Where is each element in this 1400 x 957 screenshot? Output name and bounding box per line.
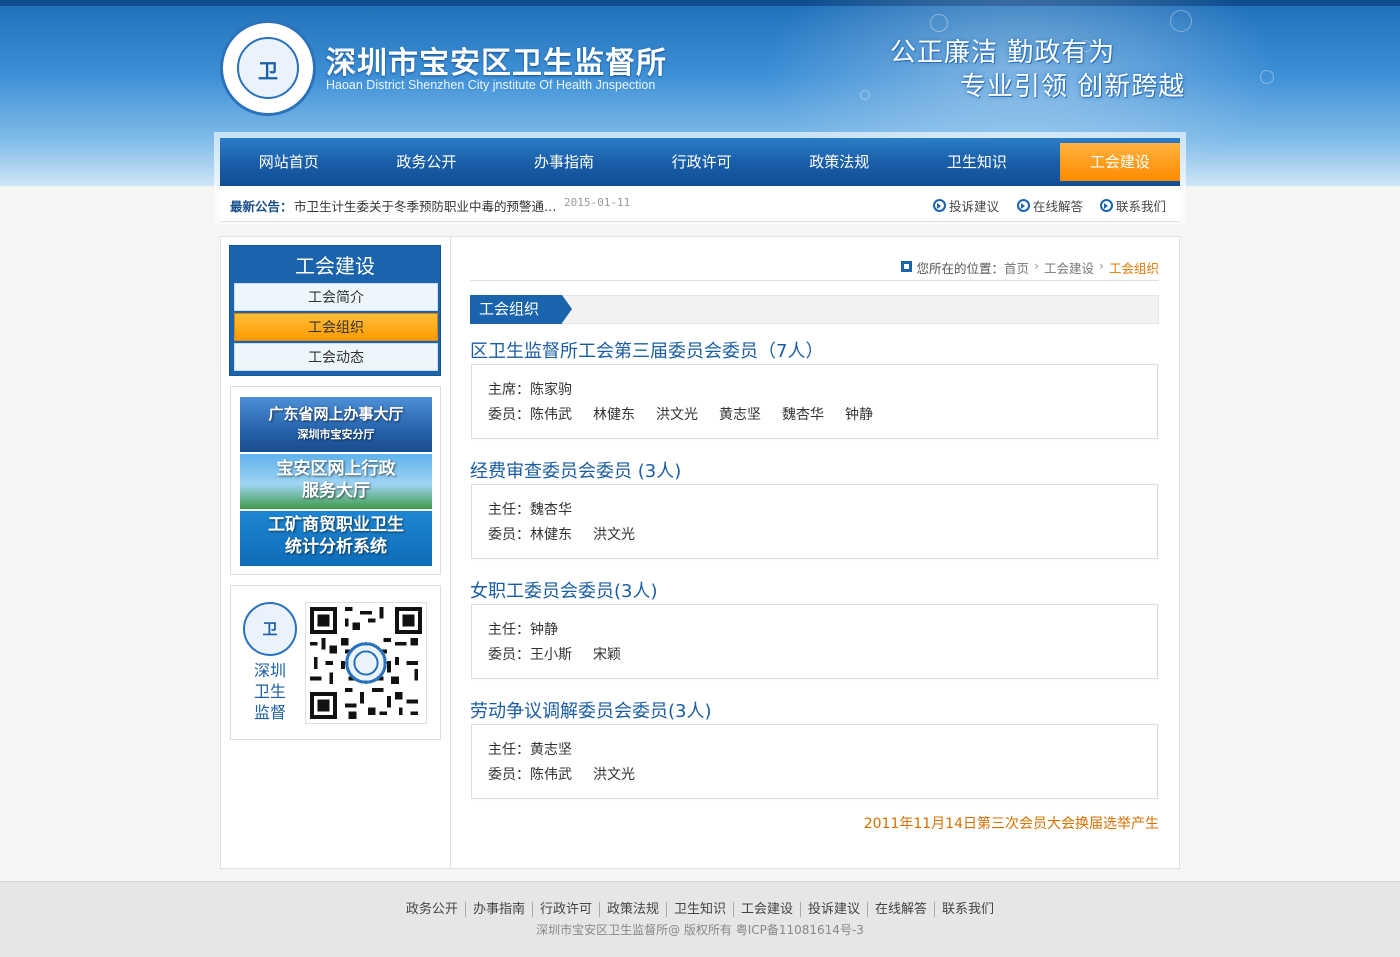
group-members-box: 主任：黄志坚 委员：陈伟武 洪文光	[471, 724, 1158, 799]
arrow-circle-icon	[933, 199, 946, 212]
online-answer-link[interactable]: 在线解答	[1017, 196, 1083, 215]
qr-code-image	[305, 602, 427, 724]
members-line: 委员：王小斯 宋颖	[488, 647, 621, 663]
sidebar-menu: 工会建设 工会简介 工会组织 工会动态	[229, 245, 441, 376]
section-title: 工会组织	[470, 295, 572, 324]
complaint-link[interactable]: 投诉建议	[933, 196, 999, 215]
site-title[interactable]: 深圳市宝安区卫生监督所	[326, 38, 667, 82]
breadcrumb-prefix: 您所在的位置：	[916, 261, 1004, 276]
lead-line: 主任：钟静	[488, 622, 558, 638]
sidebar-item-union-intro[interactable]: 工会简介	[234, 283, 438, 311]
slogan-line-1: 公正廉洁 勤政有为	[890, 38, 1116, 68]
sidebar-title: 工会建设	[295, 254, 375, 278]
sidebar-banner-box: 广东省网上办事大厅 深圳市宝安分厅 宝安区网上行政 服务大厅 工矿商贸职业卫生 …	[230, 386, 441, 575]
notice-link[interactable]: 市卫生计生委关于冬季预防职业中毒的预警通…	[294, 196, 557, 215]
nav-item-union[interactable]: 工会建设	[1059, 143, 1180, 181]
notice-bar: 最新公告： 市卫生计生委关于冬季预防职业中毒的预警通… 2015-01-11 投…	[220, 186, 1180, 222]
main-nav: 网站首页 政务公开 办事指南 行政许可 政策法规 卫生知识 工会建设	[220, 138, 1180, 186]
lead-line: 主席：陈家驹	[488, 382, 572, 398]
footer-copyright: 深圳市宝安区卫生监督所@ 版权所有 粤ICP备11081614号-3	[536, 923, 864, 937]
group-title: 女职工委员会委员(3人)	[470, 581, 658, 602]
sidebar-item-union-organization[interactable]: 工会组织	[234, 313, 438, 341]
divider	[450, 236, 451, 869]
arrow-circle-icon	[1017, 199, 1030, 212]
banner-guangdong-online-hall[interactable]: 广东省网上办事大厅 深圳市宝安分厅	[240, 397, 432, 452]
section-header: 工会组织	[470, 295, 1159, 324]
group-members-box: 主席：陈家驹 委员：陈伟武 林健东 洪文光 黄志坚 魏杏华 钟静	[471, 364, 1158, 439]
members-line: 委员：陈伟武 洪文光	[488, 767, 635, 783]
banner-baoan-admin-service-hall[interactable]: 宝安区网上行政 服务大厅	[240, 454, 432, 509]
slogan-line-2: 专业引领 创新跨越	[960, 72, 1186, 102]
group-title: 区卫生监督所工会第三届委员会委员（7人）	[470, 341, 824, 362]
notice-date: 2015-01-11	[564, 196, 631, 209]
breadcrumb-home[interactable]: 首页	[1004, 258, 1029, 277]
footer-link-policy[interactable]: 政策法规	[598, 902, 666, 917]
footer-links: 政务公开 办事指南 行政许可 政策法规 卫生知识 工会建设 投诉建议 在线解答 联系我们	[0, 898, 1400, 917]
group-title: 经费审查委员会委员 (3人)	[470, 461, 682, 482]
nav-item-policy[interactable]: 政策法规	[771, 138, 909, 186]
group-members-box: 主任：魏杏华 委员：林健东 洪文光	[471, 484, 1158, 559]
members-line: 委员：陈伟武 林健东 洪文光 黄志坚 魏杏华 钟静	[488, 407, 873, 423]
banner-occupational-health-system[interactable]: 工矿商贸职业卫生 统计分析系统	[240, 511, 432, 566]
lead-line: 主任：黄志坚	[488, 742, 572, 758]
footer-link-health-knowledge[interactable]: 卫生知识	[665, 902, 733, 917]
breadcrumb-parent[interactable]: 工会建设	[1044, 258, 1094, 277]
footer-link-admin-license[interactable]: 行政许可	[531, 902, 599, 917]
group-members-box: 主任：钟静 委员：王小斯 宋颖	[471, 604, 1158, 679]
breadcrumb-current: 工会组织	[1108, 261, 1159, 276]
qr-account-name: 深圳卫生监督	[253, 661, 286, 722]
qr-code-box: 卫 深圳卫生监督	[230, 585, 441, 740]
breadcrumb: 您所在的位置： 首页 › 工会建设 › 工会组织	[470, 254, 1159, 281]
footer-link-online-answer[interactable]: 在线解答	[867, 902, 935, 917]
site-logo-emblem[interactable]: 卫	[220, 20, 316, 116]
nav-item-home[interactable]: 网站首页	[220, 138, 358, 186]
footer-link-complaint[interactable]: 投诉建议	[800, 902, 868, 917]
group-title: 劳动争议调解委员会委员(3人)	[470, 701, 712, 722]
chevron-right-icon: ›	[1033, 258, 1039, 273]
site-subtitle: Haoan District Shenzhen City jnstitute O…	[326, 78, 656, 92]
sidebar-item-union-news[interactable]: 工会动态	[234, 343, 438, 371]
nav-item-service-guide[interactable]: 办事指南	[495, 138, 633, 186]
home-icon	[901, 261, 913, 272]
nav-item-health-knowledge[interactable]: 卫生知识	[908, 138, 1046, 186]
lead-line: 主任：魏杏华	[488, 502, 572, 518]
footer-link-gov-affairs[interactable]: 政务公开	[399, 902, 465, 917]
notice-label: 最新公告：	[230, 199, 293, 214]
election-note: 2011年11月14日第三次会员大会换届选举产生	[863, 816, 1159, 832]
contact-link[interactable]: 联系我们	[1100, 196, 1166, 215]
emblem-icon: 卫	[243, 602, 297, 656]
footer: 政务公开 办事指南 行政许可 政策法规 卫生知识 工会建设 投诉建议 在线解答 联系我们 深圳市…	[0, 881, 1400, 957]
nav-item-admin-license[interactable]: 行政许可	[633, 138, 771, 186]
footer-link-union[interactable]: 工会建设	[733, 902, 801, 917]
chevron-right-icon: ›	[1098, 258, 1104, 273]
footer-link-contact[interactable]: 联系我们	[934, 902, 1002, 917]
arrow-circle-icon	[1100, 199, 1113, 212]
members-line: 委员：林健东 洪文光	[488, 527, 635, 543]
footer-link-service-guide[interactable]: 办事指南	[464, 902, 532, 917]
nav-item-gov-affairs[interactable]: 政务公开	[358, 138, 496, 186]
